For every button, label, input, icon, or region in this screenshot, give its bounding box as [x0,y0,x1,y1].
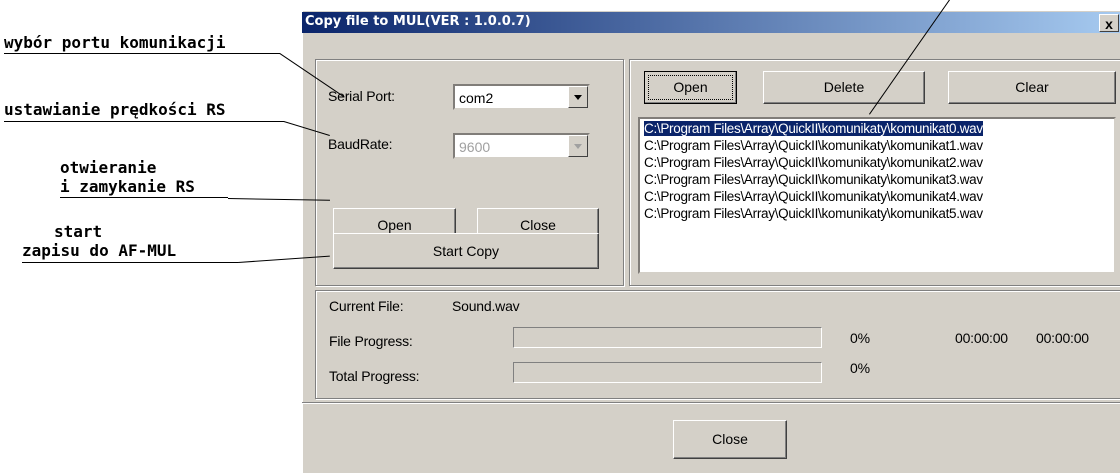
files-delete-label: Delete [823,79,865,95]
annotation-baudrate: ustawianie prędkości RS [4,100,226,119]
total-time: 00:00:00 [1036,330,1089,346]
start-copy-label: Start Copy [432,243,500,259]
files-clear-button[interactable]: Clear [948,71,1116,104]
dialog-close-button[interactable]: Close [673,420,787,459]
serial-port-select[interactable]: com2 [453,84,590,110]
dialog-close-label: Close [712,431,748,447]
file-list-item[interactable]: C:\Program Files\Array\QuickII\komunikat… [644,155,983,170]
total-progress-percent: 0% [850,360,870,376]
file-listbox[interactable]: C:\Program Files\Array\QuickII\komunikat… [638,117,1116,274]
files-delete-button[interactable]: Delete [763,71,925,104]
chevron-down-icon[interactable] [568,86,588,108]
chevron-down-icon[interactable] [568,135,588,157]
annotation-underline [4,121,284,122]
files-open-label: Open [673,79,708,95]
baudrate-label: BaudRate: [328,136,393,152]
annotation-open-close-line2: i zamykanie RS [60,177,195,196]
file-progress-bar [513,327,822,348]
file-list-item[interactable]: C:\Program Files\Array\QuickII\komunikat… [644,121,983,136]
file-list-item[interactable]: C:\Program Files\Array\QuickII\komunikat… [644,138,983,153]
current-file-label: Current File: [329,298,404,314]
total-progress-bar [513,362,822,383]
annotation-start-line1: start [54,222,103,241]
files-open-button[interactable]: Open [644,71,737,104]
annotation-underline [22,262,238,263]
file-progress-percent: 0% [850,330,870,346]
window-title: Copy file to MUL(VER : 1.0.0.7) [305,14,531,29]
serial-port-label: Serial Port: [328,88,395,104]
serial-port-value: com2 [459,90,494,106]
file-list-item[interactable]: C:\Program Files\Array\QuickII\komunikat… [644,172,983,187]
file-progress-label: File Progress: [329,333,413,349]
baudrate-value: 9600 [459,139,491,155]
annotation-start-line2: zapisu do AF-MUL [22,241,177,260]
divider [302,403,1120,404]
annotation-underline [4,53,280,54]
annotation-underline [60,197,228,198]
elapsed-time: 00:00:00 [955,330,1008,346]
start-copy-button[interactable]: Start Copy [333,233,599,269]
annotation-serial-port: wybór portu komunikacji [4,33,226,52]
annotation-open-close-line1: otwieranie [60,158,157,177]
total-progress-label: Total Progress: [329,368,420,384]
file-list-item[interactable]: C:\Program Files\Array\QuickII\komunikat… [644,189,983,204]
window-close-button[interactable]: x [1099,14,1119,32]
current-file-value: Sound.wav [452,298,520,314]
baudrate-select[interactable]: 9600 [453,133,590,159]
files-clear-label: Clear [1015,79,1049,95]
file-list-item[interactable]: C:\Program Files\Array\QuickII\komunikat… [644,206,983,221]
